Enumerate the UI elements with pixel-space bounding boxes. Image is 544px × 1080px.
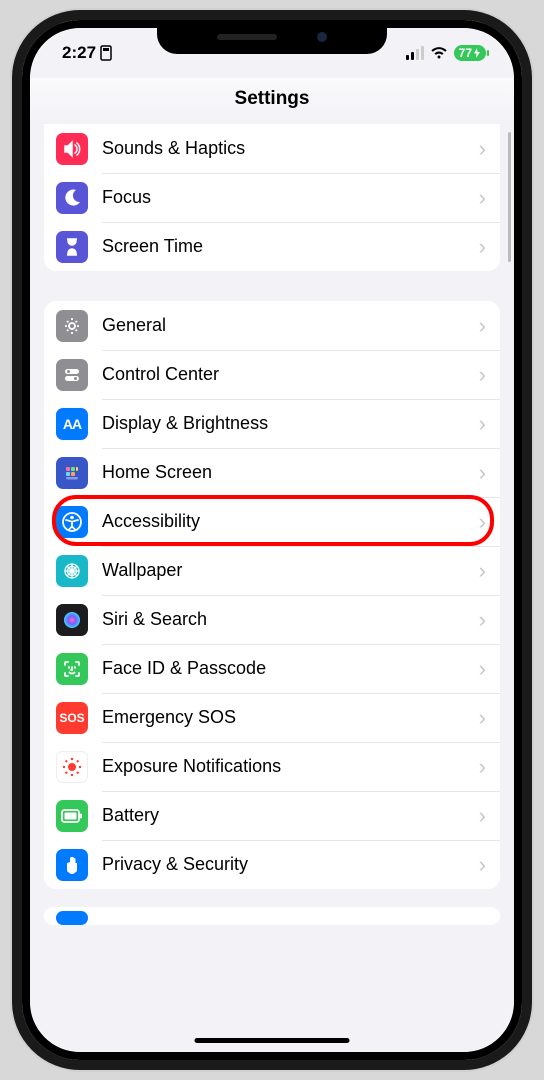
- row-control-center[interactable]: Control Center ›: [44, 350, 500, 399]
- chevron-right-icon: ›: [479, 411, 486, 437]
- card-icon: [100, 45, 112, 61]
- general-icon: [56, 310, 88, 342]
- chevron-right-icon: ›: [479, 558, 486, 584]
- page-title: Settings: [30, 78, 514, 124]
- battery-indicator: 77: [454, 45, 486, 61]
- status-time: 2:27: [62, 43, 96, 63]
- notch: [157, 20, 387, 54]
- row-label: Battery: [102, 805, 479, 826]
- row-label: Emergency SOS: [102, 707, 479, 728]
- row-label: General: [102, 315, 479, 336]
- settings-list[interactable]: Sounds & Haptics › Focus › Screen Time ›: [30, 124, 514, 1052]
- sos-icon: SOS: [56, 702, 88, 734]
- row-siri-search[interactable]: Siri & Search ›: [44, 595, 500, 644]
- battery-icon: [56, 800, 88, 832]
- row-wallpaper[interactable]: Wallpaper ›: [44, 546, 500, 595]
- row-emergency-sos[interactable]: SOS Emergency SOS ›: [44, 693, 500, 742]
- chevron-right-icon: ›: [479, 705, 486, 731]
- chevron-right-icon: ›: [479, 607, 486, 633]
- wallpaper-icon: [56, 555, 88, 587]
- row-focus[interactable]: Focus ›: [44, 173, 500, 222]
- chevron-right-icon: ›: [479, 362, 486, 388]
- focus-icon: [56, 182, 88, 214]
- row-label: Sounds & Haptics: [102, 138, 479, 159]
- row-peek[interactable]: [44, 907, 500, 925]
- section-device: Sounds & Haptics › Focus › Screen Time ›: [44, 124, 500, 271]
- row-label: Exposure Notifications: [102, 756, 479, 777]
- section-next-peek: [44, 907, 500, 925]
- row-face-id[interactable]: Face ID & Passcode ›: [44, 644, 500, 693]
- display-icon: AA: [56, 408, 88, 440]
- cellular-signal-icon: [406, 46, 424, 60]
- scroll-indicator[interactable]: [508, 132, 511, 262]
- chevron-right-icon: ›: [479, 803, 486, 829]
- home-indicator[interactable]: [195, 1038, 350, 1043]
- row-general[interactable]: General ›: [44, 301, 500, 350]
- row-screen-time[interactable]: Screen Time ›: [44, 222, 500, 271]
- chevron-right-icon: ›: [479, 234, 486, 260]
- control-center-icon: [56, 359, 88, 391]
- face-id-icon: [56, 653, 88, 685]
- home-screen-icon: [56, 457, 88, 489]
- row-battery[interactable]: Battery ›: [44, 791, 500, 840]
- row-label: Focus: [102, 187, 479, 208]
- chevron-right-icon: ›: [479, 852, 486, 878]
- exposure-icon: [56, 751, 88, 783]
- iphone-device-frame: 2:27 77 Settings Soun: [12, 10, 532, 1070]
- chevron-right-icon: ›: [479, 754, 486, 780]
- row-display-brightness[interactable]: AA Display & Brightness ›: [44, 399, 500, 448]
- privacy-icon: [56, 849, 88, 881]
- row-label: Screen Time: [102, 236, 479, 257]
- wifi-icon: [430, 46, 448, 60]
- row-label: Home Screen: [102, 462, 479, 483]
- row-label: Display & Brightness: [102, 413, 479, 434]
- chevron-right-icon: ›: [479, 313, 486, 339]
- row-label: Privacy & Security: [102, 854, 479, 875]
- row-accessibility[interactable]: Accessibility ›: [44, 497, 500, 546]
- chevron-right-icon: ›: [479, 656, 486, 682]
- row-home-screen[interactable]: Home Screen ›: [44, 448, 500, 497]
- row-exposure-notifications[interactable]: Exposure Notifications ›: [44, 742, 500, 791]
- siri-icon: [56, 604, 88, 636]
- screen-time-icon: [56, 231, 88, 263]
- accessibility-icon: [56, 506, 88, 538]
- sounds-icon: [56, 133, 88, 165]
- row-label: Wallpaper: [102, 560, 479, 581]
- section-general-group: General › Control Center › AA Display & …: [44, 301, 500, 889]
- row-label: Accessibility: [102, 511, 479, 532]
- row-label: Siri & Search: [102, 609, 479, 630]
- chevron-right-icon: ›: [479, 509, 486, 535]
- row-label: Face ID & Passcode: [102, 658, 479, 679]
- peek-icon: [56, 911, 88, 925]
- chevron-right-icon: ›: [479, 185, 486, 211]
- chevron-right-icon: ›: [479, 460, 486, 486]
- row-privacy-security[interactable]: Privacy & Security ›: [44, 840, 500, 889]
- row-sounds-haptics[interactable]: Sounds & Haptics ›: [44, 124, 500, 173]
- chevron-right-icon: ›: [479, 136, 486, 162]
- row-label: Control Center: [102, 364, 479, 385]
